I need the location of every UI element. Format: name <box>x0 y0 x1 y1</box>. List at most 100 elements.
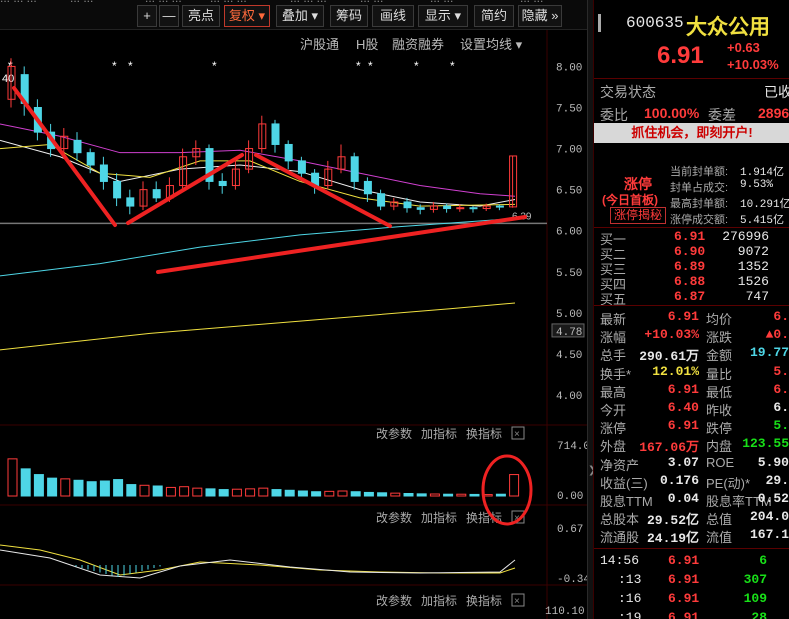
trend-line-drawing[interactable] <box>12 86 117 227</box>
sub-toolbar-item[interactable]: 融资融券 <box>392 37 444 52</box>
kline-chart-area[interactable]: 沪股通 H股 融资融券 设置均线 ▾ 40 * * * * * * * * * 8.00 7.50 7.00 6.… <box>0 30 597 619</box>
hide-button[interactable]: 隐藏 » <box>518 5 562 27</box>
chips-button[interactable]: 筹码 <box>330 5 368 27</box>
trend-line-drawing[interactable] <box>156 215 527 274</box>
volume-bar <box>284 489 295 497</box>
kline-chart[interactable]: 沪股通 H股 融资融券 设置均线 ▾40* * * * * * * ** 8.007.507.006.… <box>0 30 597 619</box>
panel-param-button[interactable]: 改参数 <box>376 593 412 608</box>
price-axis-label: 4.50 <box>556 350 582 362</box>
bid-price: 6.88 <box>674 274 706 289</box>
limit-stat-label: 涨停成交额: <box>670 214 729 226</box>
volume-bar <box>416 493 427 497</box>
close-icon[interactable]: × <box>514 596 520 607</box>
stat-label: 涨停 <box>600 421 627 437</box>
limit-stat-label: 当前封单额: <box>670 166 729 178</box>
candle-body <box>443 205 452 210</box>
stat-label: 收益(三) <box>600 475 648 491</box>
chart-toolbar: ... ... ... ... ... ... ... ... ... ... … <box>0 0 593 30</box>
stat-label: 换手* <box>600 366 632 382</box>
stat-value: 5. <box>773 363 789 379</box>
status-label: 交易状态 <box>600 84 656 100</box>
volume-bar <box>126 484 137 497</box>
stock-code: 600635 <box>626 14 684 32</box>
panel-param-button[interactable]: 换指标 <box>466 510 502 525</box>
open-account-banner[interactable]: 抓住机会，即刻开户! <box>594 123 789 143</box>
volume-bar <box>165 486 176 497</box>
stat-label: 股息TTM <box>600 494 653 509</box>
sub-toolbar-item[interactable]: 沪股通 <box>300 37 339 52</box>
sub-toolbar-item[interactable]: 设置均线 ▾ <box>460 37 523 52</box>
overlay-button[interactable]: 叠加 ▾ <box>276 5 324 27</box>
price-change-pct: +10.03% <box>727 57 779 72</box>
stat-label: 流通股 <box>600 530 640 546</box>
candle-body <box>284 143 293 162</box>
volume-bar <box>363 491 374 497</box>
event-star-icon[interactable]: * <box>128 59 133 73</box>
event-star-icon[interactable]: * <box>356 59 361 73</box>
price-axis-label: 6.00 <box>556 227 582 239</box>
stat-value: ▲0. <box>765 327 789 343</box>
volume-bar <box>245 488 256 497</box>
event-star-icon[interactable]: * <box>212 59 217 73</box>
volume-bar <box>429 493 440 497</box>
close-icon[interactable]: × <box>514 429 520 440</box>
volume-bar <box>192 487 203 497</box>
stat-label: 量比 <box>706 366 733 382</box>
price-axis-label: 4.00 <box>556 391 582 403</box>
panel-param-button[interactable]: 换指标 <box>466 593 502 608</box>
stat-value: 0.04 <box>667 491 699 506</box>
price-axis-label: 8.00 <box>556 62 582 74</box>
event-star-icon[interactable]: * <box>414 59 419 73</box>
zoom-in-button[interactable]: + <box>137 5 157 27</box>
stat-label: 总股本 <box>600 512 640 528</box>
volume-bar <box>324 490 335 497</box>
limit-stat-label: 封单占成交: <box>670 182 729 194</box>
panel-param-button[interactable]: 改参数 <box>376 426 412 441</box>
limit-up-reveal-button[interactable]: 涨停揭秘 <box>610 207 667 224</box>
diff-label: 委差 <box>708 107 736 123</box>
volume-bar <box>205 488 216 497</box>
draw-line-button[interactable]: 画线 <box>372 5 414 27</box>
stat-value: 0.52 <box>757 491 789 506</box>
candle-body <box>73 139 82 154</box>
stat-label: 流值 <box>706 530 733 546</box>
tick-price: 6.91 <box>668 591 700 606</box>
volume-bar <box>377 492 388 497</box>
panel-param-button[interactable]: 换指标 <box>466 426 502 441</box>
stat-value: 6.91 <box>667 418 699 434</box>
highlight-button[interactable]: 亮点 <box>182 5 220 27</box>
volume-bar <box>443 493 454 497</box>
volume-bar <box>469 493 480 497</box>
event-star-icon[interactable]: * <box>450 59 455 73</box>
event-star-icon[interactable]: * <box>368 59 373 73</box>
stat-value: 29.52亿 <box>646 513 699 529</box>
panel-param-button[interactable]: 加指标 <box>421 426 457 441</box>
panel-param-button[interactable]: 改参数 <box>376 510 412 525</box>
tick-volume: 28 <box>751 610 767 619</box>
simple-button[interactable]: 简约 <box>474 5 514 27</box>
zoom-out-button[interactable]: — <box>159 5 179 27</box>
stat-label: 最新 <box>600 312 627 327</box>
display-button[interactable]: 显示 ▾ <box>418 5 468 27</box>
restore-rights-button[interactable]: 复权 ▾ <box>224 5 270 27</box>
highlight-circle-drawing[interactable] <box>481 454 533 526</box>
volume-bar <box>509 474 520 497</box>
panel-toggle-icon[interactable] <box>598 14 601 32</box>
candle-body <box>99 164 108 182</box>
stat-label: 今开 <box>600 403 627 418</box>
tick-time: :19 <box>618 610 642 619</box>
trend-line-drawing[interactable] <box>126 153 244 225</box>
moving-average-line <box>0 302 516 351</box>
panel-param-button[interactable]: 加指标 <box>421 593 457 608</box>
panel-param-button[interactable]: 加指标 <box>421 510 457 525</box>
stat-label: 最高 <box>600 384 627 400</box>
candle-body <box>363 180 372 195</box>
sub-toolbar-item[interactable]: H股 <box>356 37 378 52</box>
stat-label: 外盘 <box>600 439 627 455</box>
candle-body <box>126 197 135 207</box>
volume-bar <box>86 481 97 497</box>
bid-volume: 1526 <box>737 274 769 289</box>
volume-bar <box>390 492 401 497</box>
candle-body <box>416 207 425 210</box>
event-star-icon[interactable]: * <box>112 59 117 73</box>
